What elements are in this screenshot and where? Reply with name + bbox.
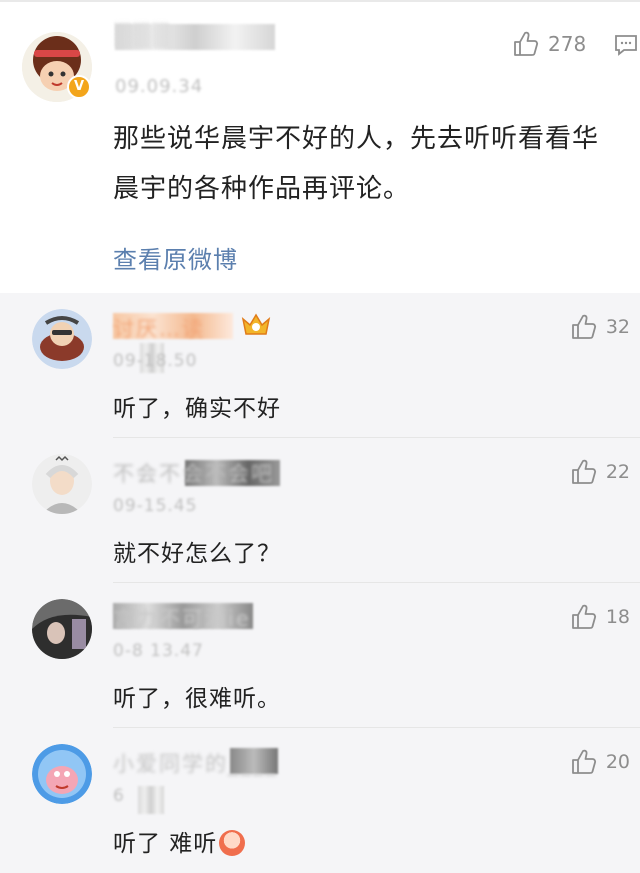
reply-like-count: 18 — [605, 606, 630, 628]
reply-like-button[interactable]: 32 — [570, 313, 630, 341]
reply-author-name[interactable]: 小爱同学的____ — [113, 748, 278, 778]
thumbs-up-icon — [571, 314, 596, 339]
reply-time: 09-15.45 — [113, 496, 198, 516]
post-text: 那些说华晨宇不好的人，先去听听看看华晨宇的各种作品再评论。 — [113, 124, 600, 204]
reply-like-count: 32 — [605, 316, 630, 338]
reply-text-content: 听了 难听 — [113, 831, 218, 857]
reply-like-button[interactable]: 22 — [570, 458, 630, 486]
reply-author-name[interactable]: 讨厌…读 — [113, 313, 205, 343]
thumbs-up-icon — [571, 604, 596, 629]
reply-time: 6 — [113, 786, 125, 806]
laughing-emoji-icon — [219, 830, 246, 856]
reply-item: 言力不可酒ie 0-8 13.47 18 听了，很难听。 — [0, 583, 640, 728]
reply-avatar[interactable] — [32, 599, 92, 659]
reply-avatar[interactable] — [32, 309, 92, 369]
reply-like-button[interactable]: 20 — [570, 748, 630, 776]
like-count: 278 — [548, 32, 587, 56]
reply-text: 听了，确实不好 — [113, 396, 281, 422]
reply-item: 小爱同学的____ 6 20 听了 难听 — [0, 728, 640, 873]
reply-like-count: 20 — [605, 751, 630, 773]
reply-time: 09-18.50 — [113, 351, 198, 371]
reply-author-name[interactable]: 不会不会不会吧 — [113, 458, 274, 488]
reply-avatar[interactable] — [32, 454, 92, 514]
thumbs-up-icon — [514, 31, 539, 56]
original-post-card: V ▒▒▒ 09.09.34 278 那些说华晨宇不好的人，先去听听看看华晨宇的… — [0, 0, 640, 293]
reply-item: 讨厌…读 09-18.50 32 听了，确实不好 — [0, 293, 640, 438]
reply-text: 听了 难听 — [113, 824, 246, 858]
reply-like-count: 22 — [605, 461, 630, 483]
comment-icon[interactable] — [614, 34, 638, 56]
reply-text: 就不好怎么了？ — [113, 541, 281, 567]
author-name[interactable]: ▒▒▒ — [115, 24, 172, 49]
thumbs-up-icon — [571, 749, 596, 774]
reply-author-name[interactable]: 言力不可酒ie — [113, 603, 251, 633]
reply-time: 0-8 13.47 — [113, 641, 204, 661]
reply-text: 听了，很难听。 — [113, 686, 281, 712]
like-button[interactable]: 278 — [512, 30, 586, 58]
crown-icon — [241, 313, 271, 335]
reply-item: 不会不会不会吧 09-15.45 22 就不好怎么了？ — [0, 438, 640, 583]
reply-avatar[interactable] — [32, 744, 92, 804]
view-original-link[interactable]: 查看原微博 — [113, 240, 238, 275]
time-redaction — [138, 786, 164, 814]
verified-badge-icon: V — [67, 75, 91, 99]
thumbs-up-icon — [571, 459, 596, 484]
reply-like-button[interactable]: 18 — [570, 603, 630, 631]
post-time: 09.09.34 — [115, 76, 204, 97]
